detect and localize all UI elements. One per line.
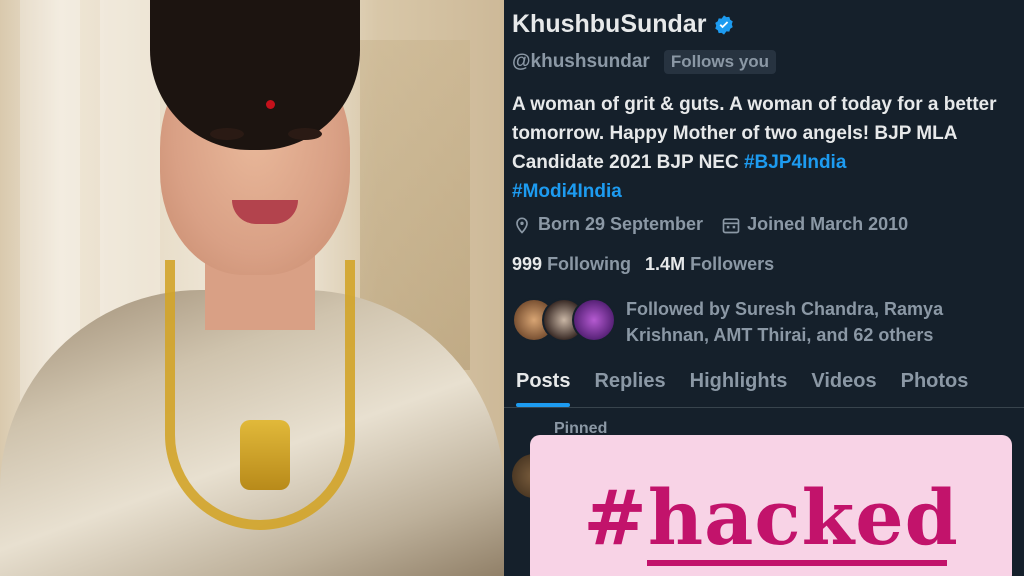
birthday-item: Born 29 September xyxy=(512,214,703,235)
profile-tabs: Posts Replies Highlights Videos Photos xyxy=(504,356,1024,408)
follow-stats: 999 Following 1.4M Followers xyxy=(512,254,788,275)
hashtag-link[interactable]: #BJP4India xyxy=(744,152,846,173)
tab-replies[interactable]: Replies xyxy=(582,356,677,407)
tab-videos[interactable]: Videos xyxy=(799,356,888,407)
birthday-text: Born 29 September xyxy=(538,214,704,234)
followed-by-text: Followed by Suresh Chandra, Ramya Krishn… xyxy=(626,299,944,345)
hacked-text: #hacked xyxy=(583,473,959,562)
handle-row: @khushsundar Follows you xyxy=(512,50,777,74)
hacked-underline xyxy=(647,560,947,566)
joined-item: Joined March 2010 xyxy=(721,214,908,235)
left-eye xyxy=(210,128,244,140)
follows-you-badge: Follows you xyxy=(663,50,777,74)
profile-meta: Born 29 September Joined March 2010 xyxy=(512,214,926,235)
bio: A woman of grit & guts. A woman of today… xyxy=(512,90,1017,206)
followed-by-row[interactable]: Followed by Suresh Chandra, Ramya Krishn… xyxy=(512,296,996,348)
tab-posts[interactable]: Posts xyxy=(504,356,582,407)
handle: @khushsundar xyxy=(512,51,650,72)
tab-highlights[interactable]: Highlights xyxy=(678,356,800,407)
bindi xyxy=(266,100,275,109)
profile-photo xyxy=(0,0,504,576)
location-pin-icon xyxy=(516,217,528,234)
following-stat[interactable]: 999 Following xyxy=(512,254,631,275)
pendant xyxy=(240,420,290,490)
right-eye xyxy=(288,128,322,140)
hacked-overlay-card: #hacked xyxy=(530,435,1012,576)
tab-photos[interactable]: Photos xyxy=(889,356,981,407)
followers-stat[interactable]: 1.4M Followers xyxy=(645,254,774,275)
avatar xyxy=(572,298,616,342)
calendar-icon xyxy=(722,217,740,233)
verified-badge-icon xyxy=(715,14,734,35)
name-row: KhushbuSundar xyxy=(512,10,735,39)
display-name[interactable]: KhushbuSundar xyxy=(512,10,706,39)
joined-text: Joined March 2010 xyxy=(747,214,909,234)
hashtag-link[interactable]: #Modi4India xyxy=(512,181,622,202)
follower-avatars xyxy=(512,296,616,344)
